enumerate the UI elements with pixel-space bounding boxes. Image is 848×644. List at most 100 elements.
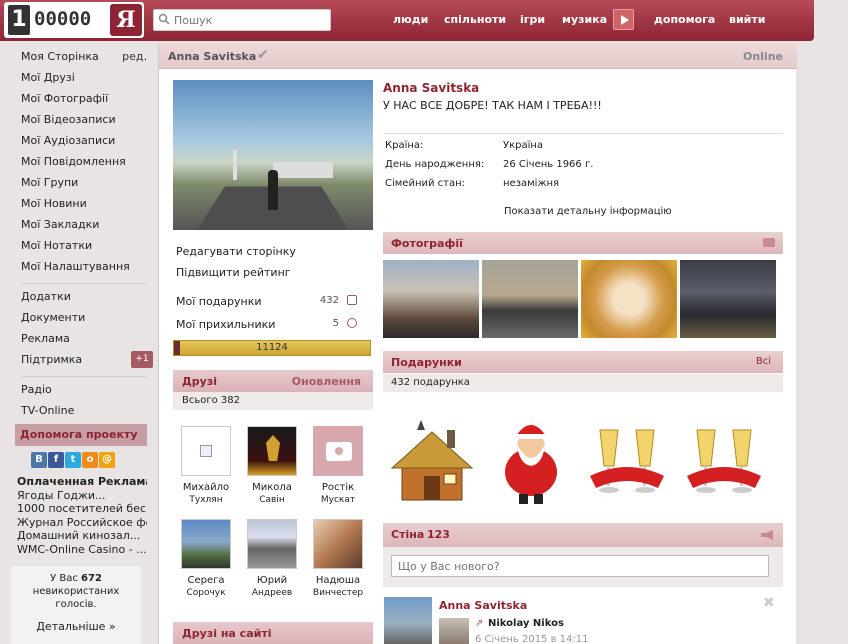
sidebar-item-photos[interactable]: Мої Фотографії — [15, 88, 153, 109]
sidebar-item-friends[interactable]: Мої Друзі — [15, 67, 153, 88]
votes-count: 672 — [81, 573, 102, 584]
birthday-value[interactable]: 26 Січень 1966 г. — [503, 159, 593, 170]
sidebar-item-radio[interactable]: Радіо — [15, 379, 153, 400]
votes-line-3: голосів. — [55, 599, 97, 610]
sidebar-item-my-page[interactable]: Моя Сторінка ред. — [15, 46, 153, 67]
left-sidebar: Моя Сторінка ред. Мої Друзі Мої Фотографі… — [15, 46, 153, 421]
sidebar-item-ads[interactable]: Реклама — [15, 328, 153, 349]
sidebar-item-videos[interactable]: Мої Відеозаписи — [15, 109, 153, 130]
logo-zeros: 00000 — [34, 8, 92, 30]
ad-link[interactable]: Журнал Российское фо... — [17, 516, 147, 530]
gifts-all-link[interactable]: Всі — [756, 356, 771, 367]
sidebar-item-documents[interactable]: Документи — [15, 307, 153, 328]
sidebar-item-label: Підтримка — [21, 353, 83, 366]
camera-icon[interactable] — [763, 238, 775, 247]
photo-thumbnail[interactable] — [581, 260, 677, 338]
gift-champagne-icon[interactable] — [582, 410, 672, 510]
shared-author-name[interactable]: Nikolay Nikos — [488, 618, 564, 629]
friend-last-name: Сорочук — [186, 588, 226, 598]
country-value[interactable]: Україна — [503, 140, 543, 151]
nav-logout[interactable]: вийти — [729, 13, 765, 26]
gift-santa-icon[interactable] — [486, 410, 576, 510]
friend-last-name: Мускат — [320, 495, 356, 505]
my-fans-link[interactable]: Мої прихильники — [176, 318, 275, 331]
photo-thumbnail[interactable] — [680, 260, 776, 338]
sidebar-item-support[interactable]: Підтримка +1 — [15, 349, 153, 370]
post-author-avatar[interactable] — [384, 597, 432, 644]
sidebar-item-apps[interactable]: Додатки — [15, 286, 153, 307]
friend-card[interactable]: Ростік Мускат — [308, 426, 368, 507]
profile-status[interactable]: У НАС ВСЕ ДОБРЕ! ТАК НАМ І ТРЕБА!!! — [383, 99, 602, 112]
megaphone-icon[interactable] — [761, 530, 773, 540]
rating-bar[interactable]: 11124 — [173, 340, 371, 356]
shared-author-avatar[interactable] — [439, 618, 469, 644]
family-value: незаміжня — [503, 178, 560, 189]
edit-link[interactable]: ред. — [122, 46, 147, 67]
ad-link[interactable]: Ягоды Годжи... — [17, 489, 147, 503]
right-margin — [797, 44, 848, 644]
post-author-name[interactable]: Anna Savitska — [439, 599, 527, 612]
friend-card[interactable]: Михайло Тухлян — [176, 426, 236, 507]
friends-title[interactable]: Друзі — [182, 375, 217, 388]
social-buttons: Вf t о @ — [31, 452, 116, 469]
friend-photo — [247, 426, 297, 476]
mailru-icon[interactable]: @ — [99, 452, 115, 468]
divider — [21, 370, 147, 377]
gift-house-icon[interactable] — [387, 410, 477, 510]
facebook-icon[interactable]: f — [48, 452, 64, 468]
show-details-link[interactable]: Показати детальну інформацію — [504, 206, 672, 217]
profile-avatar[interactable] — [173, 80, 373, 230]
profile-name: Anna Savitska — [383, 81, 480, 95]
votes-more-link[interactable]: Детальніше » — [11, 620, 141, 633]
search-input[interactable] — [174, 12, 324, 28]
post-date[interactable]: 6 Січень 2015 в 14:11 — [475, 634, 589, 644]
birthday-label: День народження: — [385, 159, 485, 170]
ad-link[interactable]: 1000 посетителей бес... — [17, 502, 147, 516]
sidebar-item-news[interactable]: Мої Новини — [15, 193, 153, 214]
logo-digit: 1 — [8, 5, 30, 35]
sidebar-item-messages[interactable]: Мої Повідомлення — [15, 151, 153, 172]
site-logo[interactable]: 1 00000 Я — [4, 2, 144, 38]
edit-page-link[interactable]: Редагувати сторінку — [176, 245, 296, 258]
odnoklassniki-icon[interactable]: о — [82, 452, 98, 468]
friend-card[interactable]: Юрий Андреев — [242, 519, 302, 600]
close-icon[interactable]: ✖ — [763, 595, 775, 611]
gift-champagne-icon[interactable] — [679, 410, 769, 510]
nav-music[interactable]: музика — [562, 13, 607, 26]
friend-card[interactable]: Микола Савін — [242, 426, 302, 507]
vk-icon[interactable]: В — [31, 452, 47, 468]
wall-post-input[interactable] — [391, 555, 769, 577]
avatar-person — [268, 170, 278, 210]
friend-card[interactable]: Серега Сорочук — [176, 519, 236, 600]
sidebar-item-settings[interactable]: Мої Налаштування — [15, 256, 153, 277]
raise-rating-link[interactable]: Підвищити рейтинг — [176, 266, 291, 279]
wall-title[interactable]: Стіна — [391, 528, 424, 541]
nav-people[interactable]: люди — [393, 13, 428, 26]
sidebar-item-tv[interactable]: TV-Online — [15, 400, 153, 421]
twitter-icon[interactable]: t — [65, 452, 81, 468]
gifts-count: 432 — [319, 295, 339, 306]
sidebar-item-audio[interactable]: Мої Аудіозаписи — [15, 130, 153, 151]
share-icon: ⇗ — [475, 618, 484, 629]
friends-updates-link[interactable]: Оновлення — [292, 375, 361, 388]
verified-check-icon: ✔ — [257, 47, 269, 63]
ad-link[interactable]: Домашний кинозал... — [17, 529, 147, 543]
sidebar-item-notes[interactable]: Мої Нотатки — [15, 235, 153, 256]
gifts-title[interactable]: Подарунки — [391, 356, 462, 369]
nav-communities[interactable]: спільноти — [444, 13, 506, 26]
friend-first-name: Юрий — [256, 575, 288, 586]
friend-card[interactable]: Надюша Винчестер — [308, 519, 368, 600]
photo-thumbnail[interactable] — [383, 260, 479, 338]
my-gifts-link[interactable]: Мої подарунки — [176, 295, 262, 308]
nav-help[interactable]: допомога — [654, 13, 715, 26]
fans-count: 5 — [332, 318, 339, 329]
sidebar-item-bookmarks[interactable]: Мої Закладки — [15, 214, 153, 235]
sidebar-item-groups[interactable]: Мої Групи — [15, 172, 153, 193]
nav-games[interactable]: ігри — [520, 13, 545, 26]
photo-thumbnail[interactable] — [482, 260, 578, 338]
friends-online-title[interactable]: Друзі на сайті — [182, 627, 271, 640]
ad-link[interactable]: WMC-Online Casino - ... — [17, 543, 147, 557]
music-play-icon[interactable] — [613, 9, 634, 30]
divider — [383, 133, 783, 134]
photos-title[interactable]: Фотографії — [391, 237, 463, 250]
